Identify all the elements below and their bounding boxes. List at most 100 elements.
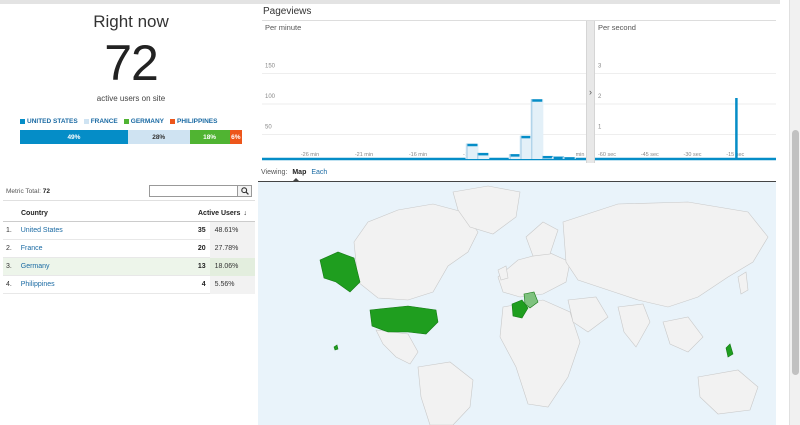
share-label: 18%	[203, 133, 217, 141]
map-region-philippines[interactable]	[725, 343, 734, 358]
bar	[509, 154, 521, 157]
map-region-south-america[interactable]	[417, 361, 474, 425]
map-region-japan[interactable]	[737, 271, 749, 295]
table-row: 2. France 20 27.78%	[3, 239, 255, 258]
row-index: 1.	[6, 227, 12, 234]
per-minute-title: Per minute	[265, 23, 302, 32]
bar	[552, 156, 564, 160]
table-row: 3. Germany 13 18.06%	[3, 257, 255, 276]
x-tick-label: -26 min	[301, 152, 319, 158]
table-header: Country Active Users ↓	[3, 205, 255, 222]
legend-swatch	[83, 119, 89, 124]
bar-edge	[477, 152, 479, 159]
map-region-mexico[interactable]	[375, 329, 419, 365]
pageviews-title: Pageviews	[263, 6, 312, 17]
country-table: Metric Total: 72 Country Active Users ↓ 1…	[3, 182, 255, 294]
legend-label: FRANCE	[90, 118, 118, 125]
bar	[477, 152, 489, 156]
country-legend: UNITED STATES FRANCE GERMANY PHILIPPINES	[20, 118, 250, 125]
bar	[520, 135, 532, 139]
map-region-united-states[interactable]	[369, 305, 439, 335]
x-tick-label: min	[576, 152, 585, 158]
chevron-right-icon: ›	[589, 87, 592, 97]
y-tick-label: 100	[265, 94, 276, 100]
search-input[interactable]	[149, 185, 238, 197]
active-users-percent: 5.56%	[209, 275, 255, 294]
y-tick-label: 50	[265, 125, 272, 131]
bar-edge	[509, 154, 511, 159]
legend-item-united-states: UNITED STATES	[20, 118, 78, 125]
bar-edge	[563, 157, 565, 159]
y-tick-label: 2	[598, 94, 602, 100]
map-region-alaska-united-states[interactable]	[319, 251, 361, 293]
share-bar: 49% 28% 18% 6%	[20, 130, 242, 144]
active-users-value: 4	[201, 281, 206, 288]
y-tick-label: 150	[265, 64, 276, 70]
country-link[interactable]: France	[21, 245, 195, 252]
viewing-label: Viewing:	[261, 169, 288, 176]
bar-edge	[531, 99, 533, 159]
map-region-russia-asia[interactable]	[562, 201, 769, 308]
right-now-panel: Right now 72 active users on site	[20, 12, 242, 103]
country-link[interactable]: United States	[21, 227, 195, 234]
map-region-europe[interactable]	[497, 251, 571, 298]
active-users-value: 35	[197, 227, 206, 234]
bar	[542, 155, 554, 159]
scrollbar-thumb[interactable]	[792, 130, 799, 375]
per-second-chart: Per second 3 2 1 -60 sec -45 sec -30 sec -15 s…	[595, 21, 776, 163]
sort-descending-icon: ↓	[243, 209, 247, 217]
share-segment-france[interactable]: 28%	[127, 130, 190, 144]
y-tick-label: 3	[598, 64, 602, 70]
per-minute-chart: Per minute 150 100 50 -26 min -21 min -16 min…	[262, 21, 586, 163]
map-region-hawaii[interactable]	[333, 344, 339, 351]
map-region-scandinavia[interactable]	[525, 221, 559, 257]
active-users-count: 72	[104, 35, 159, 91]
column-header-active-users[interactable]: Active Users ↓	[198, 210, 247, 217]
y-tick-label: 1	[598, 125, 602, 131]
metric-total: Metric Total: 72	[6, 188, 50, 195]
map-region-southeast-asia[interactable]	[662, 316, 704, 353]
world-map[interactable]	[258, 182, 776, 425]
search-button[interactable]	[238, 185, 252, 197]
share-segment-united-states[interactable]: 49%	[20, 130, 128, 144]
column-header-country[interactable]: Country	[3, 210, 198, 217]
active-users-percent: 48.61%	[209, 221, 255, 240]
share-segment-germany[interactable]: 18%	[189, 130, 230, 144]
bar-edge	[542, 155, 544, 159]
map-region-australia[interactable]	[697, 369, 759, 415]
expand-chart-toggle[interactable]: ›	[586, 21, 595, 163]
map-region-africa[interactable]	[499, 299, 581, 408]
legend-label: PHILIPPINES	[177, 118, 218, 125]
legend-swatch	[123, 119, 129, 124]
metric-total-row: Metric Total: 72	[3, 182, 255, 201]
country-link[interactable]: Philippines	[21, 281, 195, 288]
view-each-tab[interactable]: Each	[311, 169, 327, 176]
x-tick-label: -60 sec	[598, 152, 616, 158]
map-region-india[interactable]	[617, 303, 651, 348]
x-tick-label: -30 sec	[684, 152, 702, 158]
active-users-value: 20	[197, 245, 206, 252]
page-scrollbar[interactable]	[789, 0, 800, 425]
table-search	[149, 185, 252, 197]
active-users-value: 13	[197, 263, 206, 270]
country-link[interactable]: Germany	[21, 263, 195, 270]
legend-item-france: FRANCE	[83, 118, 118, 125]
bar	[563, 157, 575, 160]
per-minute-plot: 15010050-26 min-21 min-16 min-11 min-6 m…	[262, 64, 586, 161]
share-label: 6%	[231, 133, 241, 141]
legend-item-philippines: PHILIPPINES	[170, 118, 217, 125]
view-map-tab[interactable]: Map	[292, 169, 306, 176]
pageviews-charts: Per minute 150 100 50 -26 min -21 min -16 min…	[262, 20, 776, 163]
row-index: 4.	[6, 281, 12, 288]
legend-swatch	[170, 119, 176, 124]
map-region-canada[interactable]	[353, 203, 479, 301]
x-tick-label: -16 min	[409, 152, 427, 158]
x-tick-label: -21 min	[355, 152, 373, 158]
share-label: 49%	[67, 133, 81, 141]
row-index: 3.	[6, 263, 12, 270]
row-index: 2.	[6, 245, 12, 252]
active-users-percent: 27.78%	[209, 239, 255, 258]
share-segment-philippines[interactable]: 6%	[229, 130, 242, 144]
per-second-plot: 321-60 sec -45 sec -30 sec -15 sec	[595, 64, 776, 161]
search-icon	[240, 187, 249, 195]
